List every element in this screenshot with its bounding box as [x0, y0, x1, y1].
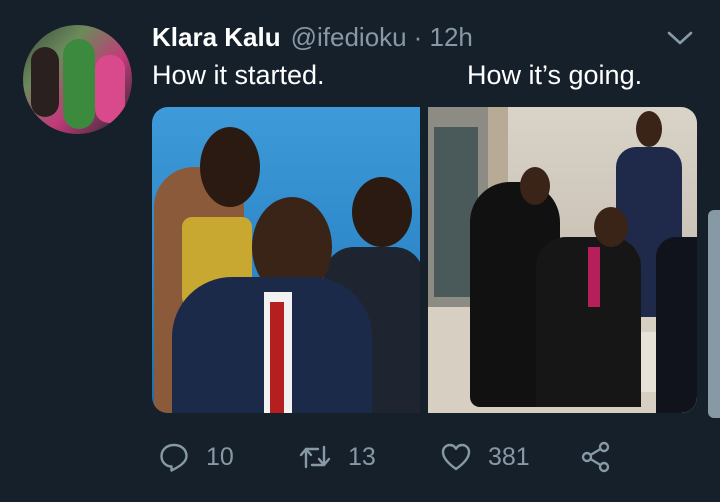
like-icon [441, 443, 471, 471]
retweet-count: 13 [348, 442, 376, 471]
tweet-header: Klara Kalu @ifedioku · 12h [152, 22, 473, 56]
tweet-text-left: How it started. [152, 60, 325, 90]
reply-count: 10 [206, 442, 234, 471]
avatar-figure [31, 47, 59, 117]
like-button[interactable]: 381 [440, 440, 530, 474]
avatar-figure [95, 55, 125, 123]
avatar-figure [63, 39, 95, 129]
photo-how-its-going[interactable] [428, 107, 697, 413]
reply-button[interactable]: 10 [158, 440, 234, 474]
avatar[interactable] [23, 25, 132, 134]
author-name[interactable]: Klara Kalu [152, 22, 281, 53]
tweet-media[interactable] [152, 107, 697, 413]
like-count: 381 [488, 442, 530, 471]
author-handle[interactable]: @ifedioku [291, 22, 407, 53]
scrollbar[interactable] [708, 210, 720, 418]
tweet-actions: 10 13 381 [0, 440, 720, 474]
retweet-button[interactable]: 13 [298, 440, 376, 474]
share-icon [581, 441, 610, 473]
reply-icon [160, 443, 188, 472]
photo-how-it-started[interactable] [152, 107, 420, 413]
retweet-icon [299, 445, 331, 469]
tweet-text-right: How it’s going. [467, 60, 643, 90]
share-button[interactable] [580, 440, 612, 474]
tweet-timestamp[interactable]: · 12h [414, 22, 473, 53]
chevron-down-icon[interactable] [666, 28, 694, 48]
